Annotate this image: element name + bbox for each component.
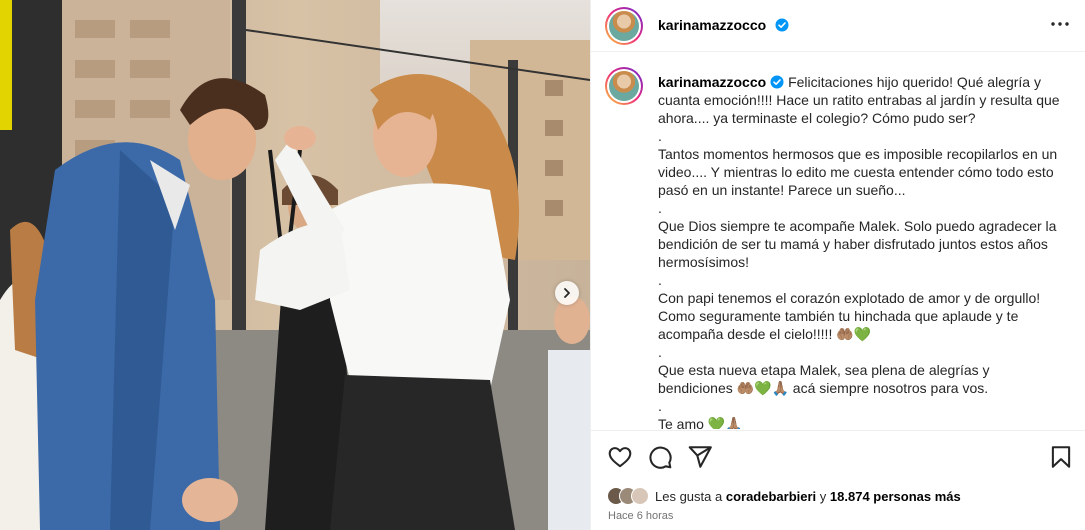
more-options-icon [1051,22,1069,26]
more-options-button[interactable] [1048,12,1072,36]
bookmark-icon [1051,446,1071,468]
caption: karinamazzocco Felicitaciones hijo queri… [658,73,1068,429]
verified-badge-icon [770,75,784,89]
caption-area: karinamazzocco Felicitaciones hijo queri… [591,53,1085,429]
post-photo[interactable] [0,0,590,530]
comment-button[interactable] [647,444,673,470]
caption-paragraph: karinamazzocco Felicitaciones hijo queri… [658,73,1068,127]
author-username[interactable]: karinamazzocco [658,17,766,33]
author-name-row: karinamazzocco [658,17,789,35]
caption-line: Con papi tenemos el corazón explotado de… [658,290,1041,342]
likes-count[interactable]: 18.874 personas más [830,489,961,504]
post-timestamp[interactable]: Hace 6 horas [608,510,673,522]
like-button[interactable] [607,444,633,470]
likes-summary: Les gusta a coradebarbieri y 18.874 pers… [607,486,961,506]
verified-badge-icon [775,18,789,32]
likes-joiner: y [819,488,827,504]
post-actions: Les gusta a coradebarbieri y 18.874 pers… [591,430,1085,530]
caption-line: . [658,128,662,144]
save-button[interactable] [1048,444,1074,470]
liker-username[interactable]: coradebarbieri [726,489,816,504]
comment-icon [649,446,672,469]
caption-line: . [658,200,662,216]
caption-author-avatar[interactable] [605,67,643,105]
caption-line: . [658,272,662,288]
photo-illustration [0,0,590,530]
share-button[interactable] [687,444,713,470]
heart-icon [608,447,632,468]
liker-avatar[interactable] [631,487,649,505]
likes-prefix: Les gusta a [655,488,723,504]
caption-line: . [658,344,662,360]
caption-username[interactable]: karinamazzocco [658,74,766,90]
post-header: karinamazzocco [591,0,1085,52]
author-avatar[interactable] [605,7,643,45]
caption-line: . [658,398,662,414]
caption-line: Que Dios siempre te acompañe Malek. Solo… [658,218,1057,270]
caption-line: Que esta nueva etapa Malek, sea plena de… [658,362,990,396]
share-icon [688,446,712,468]
post-side-panel: karinamazzocco karinamazzocco Felicitaci… [590,0,1085,530]
likes-text: Les gusta a coradebarbieri y 18.874 pers… [655,489,961,504]
caption-line: Te amo 💚🙏🏽 [658,416,743,429]
caption-line: Tantos momentos hermosos que es imposibl… [658,146,1058,198]
next-photo-button[interactable] [555,281,579,305]
chevron-right-icon [564,288,570,298]
